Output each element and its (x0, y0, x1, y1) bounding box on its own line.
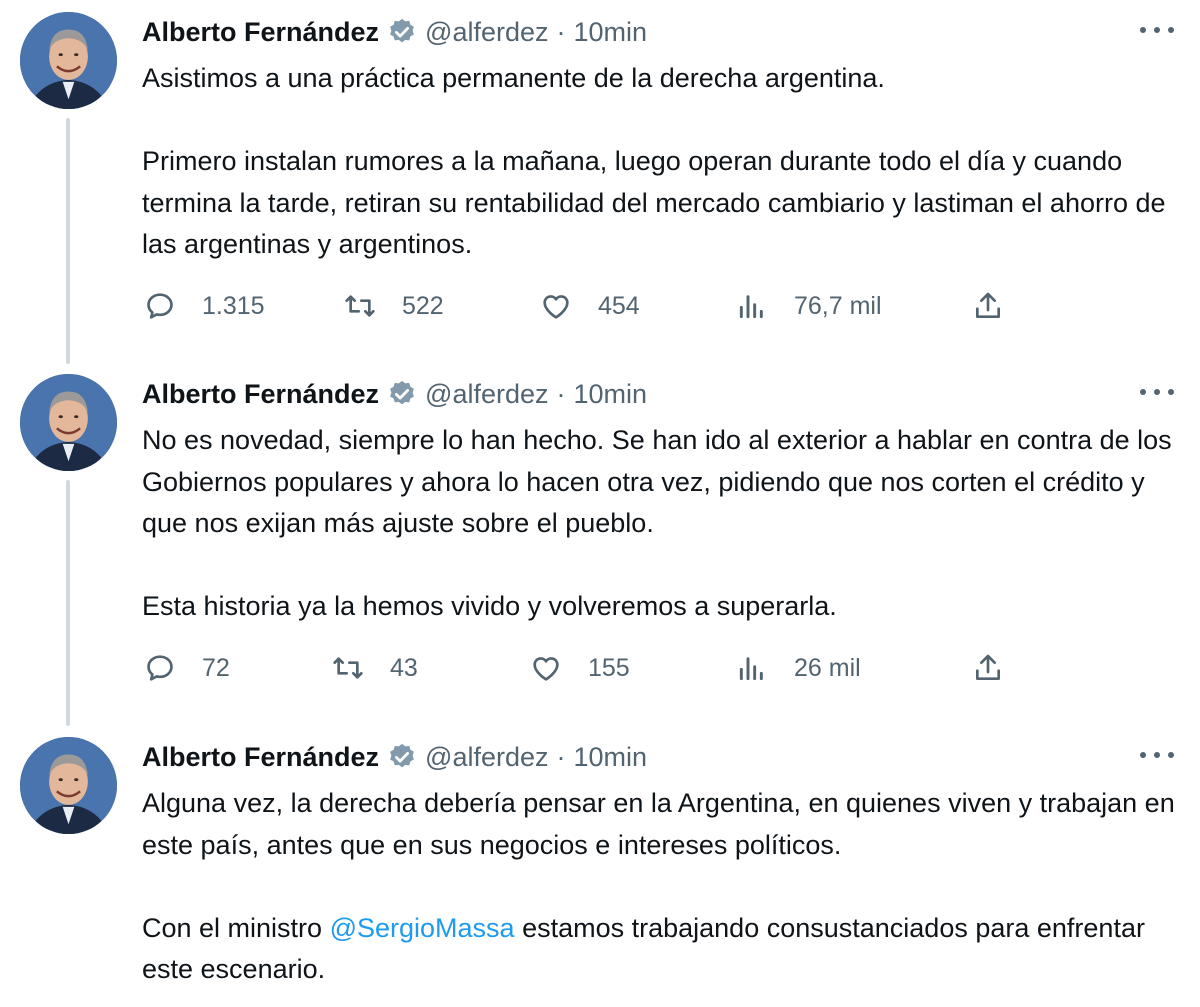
views-icon (739, 657, 763, 681)
tweet-paragraph: Con el ministro @SergioMassa estamos tra… (142, 908, 1182, 991)
share-button[interactable] (972, 286, 1004, 326)
views-count: 26 mil (794, 653, 861, 682)
tweet-text: Alguna vez, la derecha debería pensar en… (142, 783, 1182, 991)
tweet-paragraph: Alguna vez, la derecha debería pensar en… (142, 788, 1175, 860)
reply-button[interactable]: 1.315 (144, 286, 265, 326)
author-handle[interactable]: @alferdez (425, 379, 548, 410)
tweet-paragraph: Primero instalan rumores a la mañana, lu… (142, 146, 1166, 259)
tweet-paragraph: No es novedad, siempre lo han hecho. Se … (142, 425, 1172, 538)
tweet-header: Alberto Fernández @alferdez · 10min (142, 374, 647, 414)
more-options-icon[interactable] (1140, 745, 1174, 765)
separator-dot: · (556, 16, 566, 47)
tweet-text: No es novedad, siempre lo han hecho. Se … (142, 420, 1182, 628)
tweet-paragraph: Esta historia ya la hemos vivido y volve… (142, 591, 837, 621)
author-handle[interactable]: @alferdez (425, 17, 548, 48)
share-icon (976, 654, 1000, 680)
tweet-paragraph: Asistimos a una práctica permanente de l… (142, 63, 885, 93)
avatar-photo (20, 374, 117, 471)
tweet-text: Asistimos a una práctica permanente de l… (142, 58, 1182, 266)
separator-dot: · (556, 378, 566, 409)
reply-count: 72 (202, 653, 230, 682)
retweet-icon (333, 657, 363, 679)
views-icon (739, 295, 763, 319)
avatar-photo (20, 737, 117, 834)
retweet-button[interactable]: 43 (332, 648, 418, 688)
tweet-actions: 72 43 155 26 mil (142, 648, 1042, 688)
retweet-icon (345, 295, 375, 317)
verified-badge-icon (390, 380, 414, 405)
like-count: 454 (598, 291, 640, 320)
reply-icon (147, 655, 173, 681)
tweet-actions: 1.315 522 454 76,7 mil (142, 286, 1042, 326)
like-button[interactable]: 454 (540, 286, 640, 326)
heart-icon (533, 657, 559, 681)
more-options-icon[interactable] (1140, 382, 1174, 402)
reply-button[interactable]: 72 (144, 648, 230, 688)
separator-dot: · (556, 741, 566, 772)
reply-count: 1.315 (202, 291, 265, 320)
avatar[interactable] (20, 374, 117, 471)
like-button[interactable]: 155 (530, 648, 630, 688)
tweet[interactable]: Alberto Fernández @alferdez · 10min No e… (0, 374, 1200, 704)
tweet-header: Alberto Fernández @alferdez · 10min (142, 737, 647, 777)
like-count: 155 (588, 653, 630, 682)
more-options-icon[interactable] (1140, 20, 1174, 40)
author-handle[interactable]: @alferdez (425, 742, 548, 773)
views-button[interactable]: 76,7 mil (736, 286, 882, 326)
avatar[interactable] (20, 12, 117, 109)
author-name[interactable]: Alberto Fernández (142, 379, 379, 410)
verified-badge-icon (390, 18, 414, 43)
mention-link[interactable]: @SergioMassa (330, 913, 515, 943)
tweet-time[interactable]: 10min (574, 742, 648, 773)
author-name[interactable]: Alberto Fernández (142, 17, 379, 48)
avatar[interactable] (20, 737, 117, 834)
tweet-header: Alberto Fernández @alferdez · 10min (142, 12, 647, 52)
retweet-count: 522 (402, 291, 444, 320)
share-icon (976, 292, 1000, 318)
heart-icon (543, 295, 569, 319)
views-count: 76,7 mil (794, 291, 882, 320)
share-button[interactable] (972, 648, 1004, 688)
verified-badge-icon (390, 743, 414, 768)
retweet-count: 43 (390, 653, 418, 682)
avatar-photo (20, 12, 117, 109)
tweet[interactable]: Alberto Fernández @alferdez · 10min Asis… (0, 12, 1200, 342)
paragraph-text: Con el ministro (142, 912, 330, 943)
retweet-button[interactable]: 522 (344, 286, 444, 326)
tweet[interactable]: Alberto Fernández @alferdez · 10min Algu… (0, 737, 1200, 1007)
tweet-time[interactable]: 10min (574, 379, 648, 410)
author-name[interactable]: Alberto Fernández (142, 742, 379, 773)
views-button[interactable]: 26 mil (736, 648, 861, 688)
reply-icon (147, 293, 173, 319)
tweet-time[interactable]: 10min (574, 17, 648, 48)
